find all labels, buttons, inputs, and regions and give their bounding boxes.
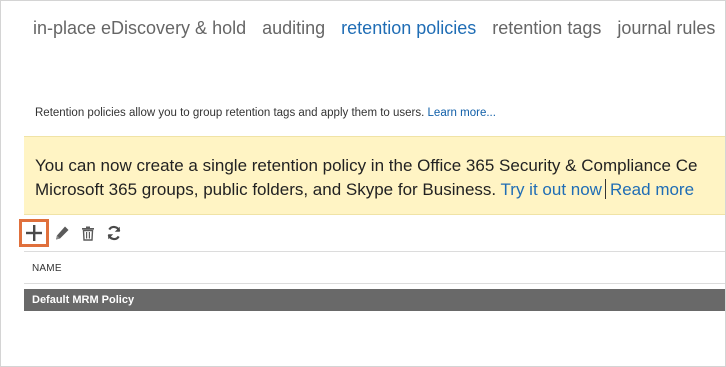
refresh-icon xyxy=(107,225,121,241)
banner-line-2-text: Microsoft 365 groups, public folders, an… xyxy=(35,180,497,199)
read-more-link[interactable]: Read more xyxy=(610,180,694,199)
delete-button[interactable] xyxy=(75,220,101,246)
delete-icon xyxy=(82,226,94,241)
description-text: Retention policies allow you to group re… xyxy=(35,107,425,119)
toolbar-divider xyxy=(24,251,725,252)
banner-separator xyxy=(604,179,606,199)
add-button[interactable] xyxy=(19,219,49,247)
tab-retention-tags[interactable]: retention tags xyxy=(492,17,601,39)
banner-line-2: Microsoft 365 groups, public folders, an… xyxy=(35,178,725,202)
column-header-name[interactable]: NAME xyxy=(32,263,62,274)
table-row[interactable]: Default MRM Policy xyxy=(24,289,725,311)
toolbar xyxy=(19,219,127,247)
info-banner: You can now create a single retention po… xyxy=(24,136,725,215)
page-description: Retention policies allow you to group re… xyxy=(35,107,496,119)
tab-auditing[interactable]: auditing xyxy=(262,17,325,39)
tab-journal-rules[interactable]: journal rules xyxy=(617,17,715,39)
tab-ediscovery-hold[interactable]: in-place eDiscovery & hold xyxy=(33,17,246,39)
refresh-button[interactable] xyxy=(101,220,127,246)
exchange-admin-panel: in-place eDiscovery & hold auditing rete… xyxy=(0,0,726,367)
banner-line-1: You can now create a single retention po… xyxy=(35,156,698,175)
edit-button[interactable] xyxy=(49,220,75,246)
edit-icon xyxy=(56,226,69,240)
compliance-tabs: in-place eDiscovery & hold auditing rete… xyxy=(33,17,725,39)
add-icon xyxy=(26,225,42,241)
row-name: Default MRM Policy xyxy=(32,294,135,306)
try-it-out-link[interactable]: Try it out now xyxy=(501,180,602,199)
tab-retention-policies[interactable]: retention policies xyxy=(341,17,476,39)
header-divider xyxy=(24,283,725,284)
learn-more-link[interactable]: Learn more... xyxy=(428,107,496,119)
